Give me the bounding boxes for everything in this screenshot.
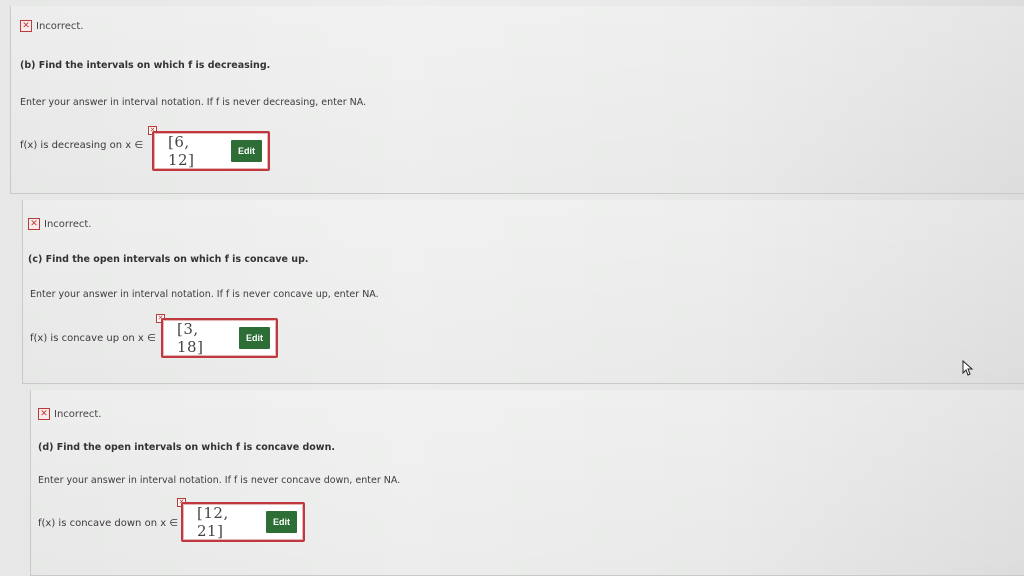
answer-box-d[interactable]: [12, 21] Edit — [181, 502, 305, 542]
answer-value-d: [12, 21] — [197, 504, 229, 540]
question-b: (b) Find the intervals on which f is dec… — [20, 60, 271, 71]
edit-button-b[interactable]: Edit — [231, 140, 262, 162]
prompt-b: f(x) is decreasing on x ∈ — [20, 140, 144, 151]
prompt-c: f(x) is concave up on x ∈ — [30, 333, 156, 344]
edit-button-d[interactable]: Edit — [266, 511, 297, 533]
instruction-d: Enter your answer in interval notation. … — [38, 475, 401, 486]
status-incorrect-d: ✕ Incorrect. — [38, 408, 101, 420]
question-d: (d) Find the open intervals on which f i… — [38, 442, 335, 453]
x-mark-icon: ✕ — [20, 20, 32, 32]
answer-value-c: [3, 18] — [177, 320, 204, 356]
answer-box-c[interactable]: [3, 18] Edit — [161, 318, 278, 358]
x-mark-icon: ✕ — [28, 218, 40, 230]
prompt-d: f(x) is concave down on x ∈ — [38, 518, 179, 529]
status-text: Incorrect. — [36, 20, 84, 32]
status-incorrect-b: ✕ Incorrect. — [20, 20, 83, 32]
instruction-b: Enter your answer in interval notation. … — [20, 97, 367, 108]
mouse-pointer-icon — [962, 359, 974, 379]
edit-button-c[interactable]: Edit — [239, 327, 270, 349]
answer-value-b: [6, 12] — [168, 133, 195, 169]
homework-page: ✕ Incorrect. (b) Find the intervals on w… — [0, 0, 1024, 576]
status-incorrect-c: ✕ Incorrect. — [28, 218, 91, 230]
status-text: Incorrect. — [54, 408, 102, 420]
instruction-c: Enter your answer in interval notation. … — [30, 289, 379, 300]
status-text: Incorrect. — [44, 218, 92, 230]
answer-box-b[interactable]: [6, 12] Edit — [152, 131, 270, 171]
x-mark-icon: ✕ — [38, 408, 50, 420]
question-c: (c) Find the open intervals on which f i… — [28, 254, 309, 265]
